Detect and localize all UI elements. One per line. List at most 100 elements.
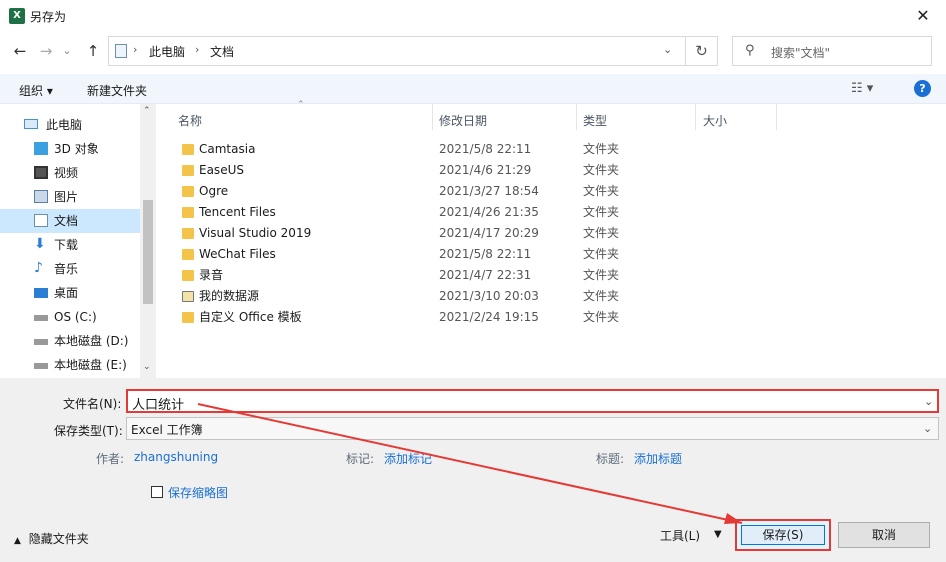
chevron-down-icon[interactable]: ⌄ — [924, 395, 933, 408]
filename-value[interactable]: 人口统计 — [132, 394, 184, 413]
filetype-select[interactable]: Excel 工作簿 ⌄ — [126, 417, 939, 440]
file-type: 文件夹 — [583, 163, 620, 177]
sidebar-item-drive-e[interactable]: 本地磁盘 (E:) — [0, 353, 140, 377]
table-row[interactable]: 自定义 Office 模板 2021/2/24 19:15 文件夹 — [157, 307, 946, 328]
save-button[interactable]: 保存(S) — [735, 519, 831, 551]
column-divider[interactable] — [432, 104, 433, 130]
column-header-date[interactable]: 修改日期 — [439, 112, 487, 129]
sidebar-item-downloads[interactable]: ⬇ 下载 — [0, 233, 140, 257]
filetype-value: Excel 工作簿 — [131, 423, 203, 437]
column-header-name[interactable]: 名称 — [178, 112, 202, 129]
refresh-button[interactable]: ↻ — [686, 36, 718, 66]
sidebar-item-pictures[interactable]: 图片 — [0, 185, 140, 209]
back-arrow-icon[interactable]: ← — [9, 40, 31, 62]
view-options-icon[interactable]: ☷ ▾ — [851, 81, 873, 96]
toolbar: 组织 ▾ 新建文件夹 ☷ ▾ ? — [0, 74, 946, 104]
sidebar-item-label: 音乐 — [54, 262, 79, 276]
picture-icon — [34, 190, 48, 203]
file-date: 2021/4/17 20:29 — [439, 226, 539, 240]
data-source-folder-icon — [182, 291, 194, 302]
excel-icon: X — [9, 8, 25, 24]
cancel-button[interactable]: 取消 — [838, 522, 930, 548]
table-row[interactable]: EaseUS 2021/4/6 21:29 文件夹 — [157, 160, 946, 181]
column-divider[interactable] — [695, 104, 696, 130]
sidebar-item-videos[interactable]: 视频 — [0, 161, 140, 185]
table-row[interactable]: Visual Studio 2019 2021/4/17 20:29 文件夹 — [157, 223, 946, 244]
sidebar-item-label: 图片 — [54, 190, 79, 204]
file-date: 2021/5/8 22:11 — [439, 247, 532, 261]
file-date: 2021/3/10 20:03 — [439, 289, 539, 303]
file-date: 2021/5/8 22:11 — [439, 142, 532, 156]
sidebar-item-drive-c[interactable]: OS (C:) — [0, 305, 140, 329]
tags-label: 标记: — [346, 452, 375, 466]
forward-arrow-icon[interactable]: → — [35, 40, 57, 62]
save-button-label[interactable]: 保存(S) — [741, 525, 825, 545]
chevron-up-icon[interactable]: ⌃ — [143, 106, 151, 116]
folder-icon — [182, 165, 194, 176]
search-box[interactable]: ⚲ 搜索"文档" — [732, 36, 932, 66]
filename-input[interactable]: 人口统计 ⌄ — [126, 389, 939, 413]
tools-button[interactable]: 工具(L) — [660, 527, 700, 544]
column-header-size[interactable]: 大小 — [703, 112, 727, 129]
close-button[interactable]: ✕ — [900, 0, 946, 32]
chevron-down-icon[interactable]: ⌄ — [143, 362, 151, 372]
file-list: ⌃ 名称 修改日期 类型 大小 Camtasia 2021/5/8 22:11 … — [157, 100, 946, 378]
new-folder-button[interactable]: 新建文件夹 — [87, 82, 147, 99]
file-date: 2021/4/26 21:35 — [439, 205, 539, 219]
help-icon[interactable]: ? — [914, 80, 931, 97]
address-bar[interactable]: › 此电脑 › 文档 ⌄ — [108, 36, 686, 66]
scrollbar-thumb[interactable] — [143, 200, 153, 304]
sidebar-item-label: 视频 — [54, 166, 79, 180]
chevron-up-icon: ▲ — [14, 536, 21, 546]
breadcrumb-this-pc[interactable]: 此电脑 — [149, 43, 185, 60]
chevron-down-icon[interactable]: ⌄ — [663, 43, 672, 56]
folder-icon — [182, 312, 194, 323]
file-type: 文件夹 — [583, 289, 620, 303]
table-row[interactable]: 录音 2021/4/7 22:31 文件夹 — [157, 265, 946, 286]
chevron-down-icon[interactable]: ▼ — [714, 529, 722, 540]
breadcrumb-documents[interactable]: 文档 — [210, 43, 234, 60]
save-thumbnail-checkbox[interactable] — [151, 486, 163, 498]
table-row[interactable]: Tencent Files 2021/4/26 21:35 文件夹 — [157, 202, 946, 223]
file-name: 我的数据源 — [199, 289, 260, 303]
column-divider[interactable] — [576, 104, 577, 130]
save-thumbnail-label[interactable]: 保存缩略图 — [168, 484, 228, 501]
table-row[interactable]: WeChat Files 2021/5/8 22:11 文件夹 — [157, 244, 946, 265]
table-row[interactable]: Ogre 2021/3/27 18:54 文件夹 — [157, 181, 946, 202]
breadcrumb-separator: › — [195, 43, 200, 56]
file-type: 文件夹 — [583, 310, 620, 324]
organize-button[interactable]: 组织 ▾ — [19, 82, 53, 99]
add-tags-link[interactable]: 添加标记 — [384, 450, 432, 467]
folder-icon — [182, 270, 194, 281]
pc-icon — [24, 119, 38, 129]
sidebar-item-label: 此电脑 — [46, 118, 83, 132]
author-value[interactable]: zhangshuning — [134, 450, 218, 464]
chevron-down-icon[interactable]: ⌄ — [923, 422, 932, 435]
filename-label: 文件名(N): — [63, 397, 122, 411]
document-icon — [115, 44, 127, 58]
column-divider[interactable] — [776, 104, 777, 130]
music-icon: ♪ — [34, 260, 43, 276]
sidebar-item-label: 桌面 — [54, 286, 79, 300]
sidebar-item-desktop[interactable]: 桌面 — [0, 281, 140, 305]
sidebar-item-3d-objects[interactable]: 3D 对象 — [0, 137, 140, 161]
hide-folders-button[interactable]: ▲ 隐藏文件夹 — [14, 530, 89, 547]
recent-locations-icon[interactable]: ⌄ — [60, 40, 74, 62]
file-name: WeChat Files — [199, 247, 276, 261]
sidebar-scrollbar[interactable]: ⌃ ⌄ — [140, 104, 156, 378]
sidebar-item-this-pc[interactable]: 此电脑 — [0, 113, 140, 137]
window-title: 另存为 — [30, 10, 67, 24]
sidebar-item-label: OS (C:) — [54, 310, 97, 324]
up-arrow-icon[interactable]: ↑ — [82, 40, 104, 62]
sidebar-item-music[interactable]: ♪ 音乐 — [0, 257, 140, 281]
cube-icon — [34, 142, 48, 155]
file-name: 自定义 Office 模板 — [199, 310, 302, 324]
table-row[interactable]: Camtasia 2021/5/8 22:11 文件夹 — [157, 139, 946, 160]
sidebar-item-documents[interactable]: 文档 — [0, 209, 140, 233]
file-type: 文件夹 — [583, 268, 620, 282]
table-row[interactable]: 我的数据源 2021/3/10 20:03 文件夹 — [157, 286, 946, 307]
sidebar-item-drive-d[interactable]: 本地磁盘 (D:) — [0, 329, 140, 353]
add-title-link[interactable]: 添加标题 — [634, 450, 682, 467]
desktop-icon — [34, 288, 48, 298]
column-header-type[interactable]: 类型 — [583, 112, 607, 129]
